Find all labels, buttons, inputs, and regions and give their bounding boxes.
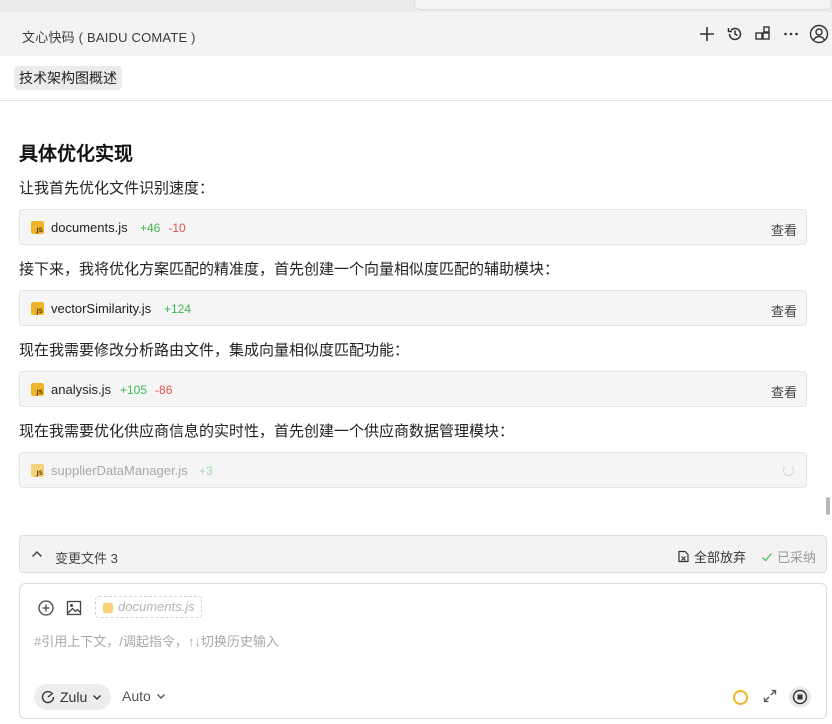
diff-stats: +105 -86: [120, 383, 172, 397]
chevron-down-icon: [156, 694, 165, 699]
js-file-icon: JS: [31, 221, 44, 234]
discard-all-button[interactable]: 全部放弃: [677, 547, 746, 566]
file-change-card-pending[interactable]: JS supplierDataManager.js +3: [19, 452, 807, 488]
model-icon: [41, 690, 55, 704]
discard-icon: [678, 550, 689, 563]
progress-ring-icon: [733, 690, 748, 705]
check-icon: [762, 552, 773, 562]
file-name: supplierDataManager.js: [51, 463, 188, 478]
js-file-icon: JS: [31, 302, 44, 315]
conversation-title-chip[interactable]: 技术架构图概述: [14, 66, 122, 90]
lines-added: +124: [164, 302, 192, 316]
chevron-up-icon[interactable]: [30, 547, 44, 566]
header-toolbar: [696, 22, 830, 46]
discard-all-label: 全部放弃: [694, 550, 747, 565]
chat-input-placeholder[interactable]: #引用上下文，/调起指令，↑↓切换历史输入: [34, 631, 279, 650]
lines-added: +46: [140, 221, 161, 235]
chevron-down-icon: [93, 695, 102, 700]
section-heading: 具体优化实现: [19, 144, 134, 165]
file-change-card[interactable]: JS analysis.js +105 -86 查看: [19, 371, 807, 407]
js-file-icon: [103, 603, 113, 613]
js-file-icon: JS: [31, 464, 44, 477]
context-file-name: documents.js: [118, 599, 195, 614]
layout-icon[interactable]: [752, 22, 774, 46]
stop-button[interactable]: [789, 686, 811, 708]
view-button[interactable]: 查看: [771, 382, 797, 401]
js-file-icon: JS: [31, 383, 44, 396]
conversation-chip-bar: 技术架构图概述: [0, 56, 832, 101]
image-upload-icon[interactable]: [65, 599, 83, 617]
expand-icon[interactable]: [762, 688, 778, 709]
lines-added: +3: [199, 464, 213, 478]
file-name: documents.js: [51, 220, 128, 235]
view-button[interactable]: 查看: [771, 301, 797, 320]
lines-added: +105: [120, 383, 148, 397]
mode-name: Auto: [122, 688, 151, 704]
panel-title: 文心快码 ( BAIDU COMATE ): [22, 30, 196, 45]
file-change-card[interactable]: JS documents.js +46 -10 查看: [19, 209, 807, 245]
account-icon[interactable]: [808, 22, 830, 46]
lines-removed: -86: [155, 383, 173, 397]
file-name: vectorSimilarity.js: [51, 301, 152, 316]
stop-icon: [792, 689, 808, 705]
plus-icon[interactable]: [696, 22, 718, 46]
message-paragraph: 现在我需要修改分析路由文件，集成向量相似度匹配功能：: [19, 342, 410, 359]
chat-input-box: documents.js #引用上下文，/调起指令，↑↓切换历史输入 Zulu …: [19, 583, 827, 719]
accepted-label: 已采纳: [777, 550, 817, 565]
model-name: Zulu: [60, 689, 88, 705]
view-button[interactable]: 查看: [771, 220, 797, 239]
changed-files-label: 变更文件 3: [55, 551, 118, 566]
panel-header: 文心快码 ( BAIDU COMATE ): [0, 12, 832, 56]
message-paragraph: 现在我需要优化供应商信息的实时性，首先创建一个供应商数据管理模块：: [19, 423, 515, 440]
message-paragraph: 接下来，我将优化方案匹配的精准度，首先创建一个向量相似度匹配的辅助模块：: [19, 261, 560, 278]
changed-files-bar: 变更文件 3 全部放弃 已采纳: [19, 535, 827, 573]
diff-stats: +3: [199, 464, 221, 478]
loading-spinner-icon: [783, 465, 794, 476]
accepted-status: 已采纳: [761, 547, 816, 566]
add-context-icon[interactable]: [37, 599, 55, 617]
file-change-card[interactable]: JS vectorSimilarity.js +124 查看: [19, 290, 807, 326]
tab-strip: [0, 0, 832, 12]
lines-removed: -10: [168, 221, 186, 235]
file-name: analysis.js: [51, 382, 111, 397]
history-icon[interactable]: [724, 22, 746, 46]
more-icon[interactable]: [780, 22, 802, 46]
model-selector[interactable]: Zulu: [34, 684, 112, 710]
diff-stats: +46 -10: [140, 221, 186, 235]
diff-stats: +124: [164, 302, 199, 316]
mode-selector[interactable]: Auto: [122, 688, 167, 704]
scrollbar-thumb[interactable]: [826, 497, 830, 515]
message-paragraph: 让我首先优化文件识别速度：: [19, 180, 215, 197]
active-tab-fragment[interactable]: [414, 0, 832, 10]
context-file-chip[interactable]: documents.js: [95, 596, 202, 618]
